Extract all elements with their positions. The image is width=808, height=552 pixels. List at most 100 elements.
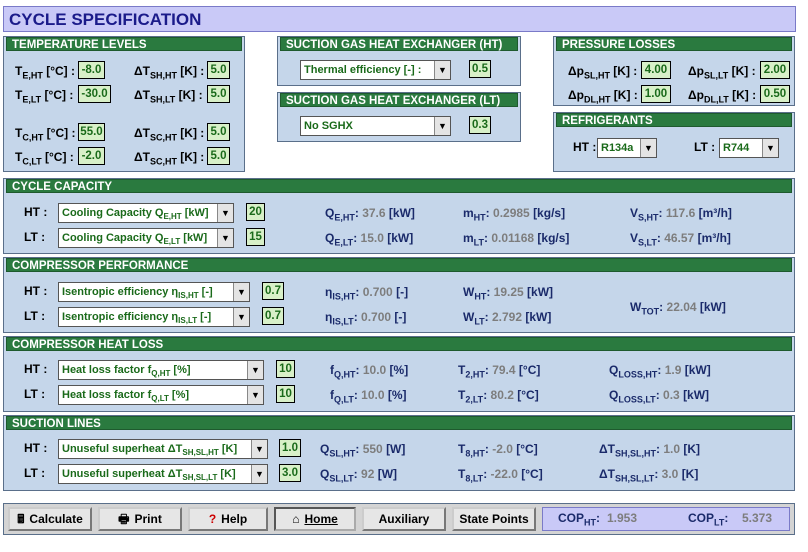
cycle_capacity-result-0-1: mHT: 0.2985 [kg/s]: [463, 206, 566, 223]
pressure-label-1-a: ΔpDL,HT [K] :: [568, 88, 638, 105]
temp-label-0-b: ΔTSH,HT [K] :: [134, 64, 205, 81]
cop-ht-label: COPHT:: [558, 511, 601, 528]
cycle_capacity-select-0[interactable]: Cooling Capacity QE,HT [kW] ▼: [58, 203, 234, 223]
temp-label-3-b: ΔTSC,HT [K] :: [134, 150, 205, 167]
cycle_capacity-select-1[interactable]: Cooling Capacity QE,LT [kW] ▼: [58, 228, 234, 248]
cycle-capacity-header: CYCLE CAPACITY: [6, 179, 792, 193]
suction_lines-input-0[interactable]: 1.0: [279, 439, 301, 457]
chevron-down-icon[interactable]: ▼: [762, 139, 778, 157]
chevron-down-icon[interactable]: ▼: [247, 361, 263, 379]
sghx-lt-header: SUCTION GAS HEAT EXCHANGER (LT): [280, 93, 518, 107]
cycle_capacity-result-1-1: mLT: 0.01168 [kg/s]: [463, 231, 570, 248]
compressor_heat_loss-select-text-0: Heat loss factor f: [62, 364, 152, 376]
compressor_performance-input-1[interactable]: 0.7: [262, 307, 284, 325]
suction_lines-result-1-1: T8,LT: -22.0 [°C]: [458, 467, 543, 484]
compressor_performance-result-0-0: ηIS,HT: 0.700 [-]: [325, 285, 409, 302]
compressor_performance-result-1-1: WLT: 2.792 [kW]: [463, 310, 552, 327]
sghx-ht-header: SUCTION GAS HEAT EXCHANGER (HT): [280, 37, 518, 51]
temp-input-1-a[interactable]: -30.0: [78, 85, 111, 103]
cycle_capacity-input-1[interactable]: 15: [246, 228, 265, 246]
compressor_performance-select-text-1: Isentropic efficiency η: [62, 311, 179, 323]
title-bar: CYCLE SPECIFICATION: [3, 6, 796, 32]
compressor_heat_loss-select-0[interactable]: Heat loss factor fQ,HT [%] ▼: [58, 360, 264, 380]
chevron-down-icon[interactable]: ▼: [233, 308, 249, 326]
temp-label-2-a: TC,HT [°C] :: [15, 126, 76, 143]
pressure-input-1-a[interactable]: 1.00: [641, 85, 671, 103]
suction_lines-select-0[interactable]: Unuseful superheat ΔTSH,SL,HT [K] ▼: [58, 439, 268, 459]
temp-input-1-b[interactable]: 5.0: [207, 85, 230, 103]
sghx-lt-value[interactable]: 0.3: [469, 116, 491, 134]
compressor_performance-result-0-1: WHT: 19.25 [kW]: [463, 285, 554, 302]
compressor_heat_loss-result-1-1: T2,LT: 80.2 [°C]: [458, 388, 539, 405]
compressor_heat_loss-select-1[interactable]: Heat loss factor fQ,LT [%] ▼: [58, 385, 264, 405]
chevron-down-icon[interactable]: ▼: [217, 204, 233, 222]
cycle_capacity-result-0-2: VS,HT: 117.6 [m³/h]: [630, 206, 732, 223]
cycle_capacity-result-1-0: QE,LT: 15.0 [kW]: [325, 231, 414, 248]
suction_lines-select-text-1: Unuseful superheat ΔT: [62, 468, 183, 480]
print-label: Print: [134, 512, 162, 526]
chevron-down-icon[interactable]: ▼: [233, 283, 249, 301]
compressor_heat_loss-input-1[interactable]: 10: [276, 385, 295, 403]
refrigerant-ht-select[interactable]: R134a ▼: [597, 138, 657, 158]
refrigerant-lt-select[interactable]: R744 ▼: [719, 138, 779, 158]
suction_lines-select-1[interactable]: Unuseful superheat ΔTSH,SL,LT [K] ▼: [58, 464, 268, 484]
help-label: Help: [221, 512, 248, 526]
page-title: CYCLE SPECIFICATION: [9, 10, 202, 29]
suction-lines-header: SUCTION LINES: [6, 416, 792, 430]
pressure-input-1-b[interactable]: 0.50: [760, 85, 790, 103]
pressure-label-0-a: ΔpSL,HT [K] :: [568, 64, 638, 81]
temp-input-0-a[interactable]: -8.0: [78, 61, 105, 79]
help-icon: ?: [208, 512, 217, 526]
compressor-heat-loss-header: COMPRESSOR HEAT LOSS: [6, 337, 792, 351]
temp-input-0-b[interactable]: 5.0: [207, 61, 230, 79]
temp-input-2-b[interactable]: 5.0: [207, 123, 230, 141]
home-button[interactable]: ⌂ Home: [274, 507, 356, 531]
suction_lines-result-0-0: QSL,HT: 550 [W]: [320, 442, 406, 459]
compressor_heat_loss-result-0-1: T2,HT: 79.4 [°C]: [458, 363, 541, 380]
chevron-down-icon[interactable]: ▼: [217, 229, 233, 247]
compressor_heat_loss-select-text-1: Heat loss factor f: [62, 389, 152, 401]
pressure-input-0-a[interactable]: 4.00: [641, 61, 671, 79]
chevron-down-icon[interactable]: ▼: [251, 465, 267, 483]
compressor-performance-header: COMPRESSOR PERFORMANCE: [6, 258, 792, 272]
compressor_performance-result-1-0: ηIS,LT: 0.700 [-]: [325, 310, 407, 327]
cycle_capacity-result-1-2: VS,LT: 46.57 [m³/h]: [630, 231, 731, 248]
sghx-lt-select[interactable]: No SGHX ▼: [300, 116, 451, 136]
suction_lines-result-0-2: ΔTSH,SL,HT: 1.0 [K]: [599, 442, 701, 459]
chevron-down-icon[interactable]: ▼: [434, 61, 450, 79]
pressure-input-0-b[interactable]: 2.00: [760, 61, 790, 79]
compressor_heat_loss-input-0[interactable]: 10: [276, 360, 295, 378]
compressor_performance-select-1[interactable]: Isentropic efficiency ηIS,LT [-] ▼: [58, 307, 250, 327]
sghx-ht-select[interactable]: Thermal efficiency [-] : ▼: [300, 60, 451, 80]
temp-input-3-b[interactable]: 5.0: [207, 147, 230, 165]
cycle_capacity-input-0[interactable]: 20: [246, 203, 265, 221]
compressor_performance-select-0[interactable]: Isentropic efficiency ηIS,HT [-] ▼: [58, 282, 250, 302]
pressure-label-0-b: ΔpSL,LT [K] :: [688, 64, 756, 81]
auxiliary-button[interactable]: Auxiliary: [362, 507, 446, 531]
temp-input-2-a[interactable]: 55.0: [78, 123, 105, 141]
chevron-down-icon[interactable]: ▼: [434, 117, 450, 135]
suction_lines-select-text-0: Unuseful superheat ΔT: [62, 443, 183, 455]
print-button[interactable]: 🖶 Print: [98, 507, 182, 531]
sghx-ht-value[interactable]: 0.5: [469, 60, 491, 78]
suction_lines-result-1-2: ΔTSH,SL,LT: 3.0 [K]: [599, 467, 699, 484]
refrigerant-lt-label: LT :: [694, 140, 716, 154]
compressor_performance-row-label-1: LT :: [24, 309, 46, 323]
calculate-label: Calculate: [29, 512, 83, 526]
chevron-down-icon[interactable]: ▼: [247, 386, 263, 404]
chevron-down-icon[interactable]: ▼: [251, 440, 267, 458]
chevron-down-icon[interactable]: ▼: [640, 139, 656, 157]
sghx-lt-select-value: No SGHX: [304, 120, 353, 132]
temp-input-3-a[interactable]: -2.0: [78, 147, 105, 165]
temp-label-1-a: TE,LT [°C] :: [15, 88, 74, 105]
cycle_capacity-select-text-0: Cooling Capacity Q: [62, 207, 164, 219]
refrigerant-ht-value: R134a: [601, 142, 634, 154]
compressor_heat_loss-row-label-0: HT :: [24, 362, 48, 376]
help-button[interactable]: ? Help: [188, 507, 268, 531]
suction_lines-input-1[interactable]: 3.0: [279, 464, 301, 482]
cycle_capacity-row-label-1: LT :: [24, 230, 46, 244]
state-points-button[interactable]: State Points: [452, 507, 536, 531]
temp-label-1-b: ΔTSH,LT [K] :: [134, 88, 203, 105]
compressor_performance-input-0[interactable]: 0.7: [262, 282, 284, 300]
calculate-button[interactable]: 🖩 Calculate: [8, 507, 92, 531]
